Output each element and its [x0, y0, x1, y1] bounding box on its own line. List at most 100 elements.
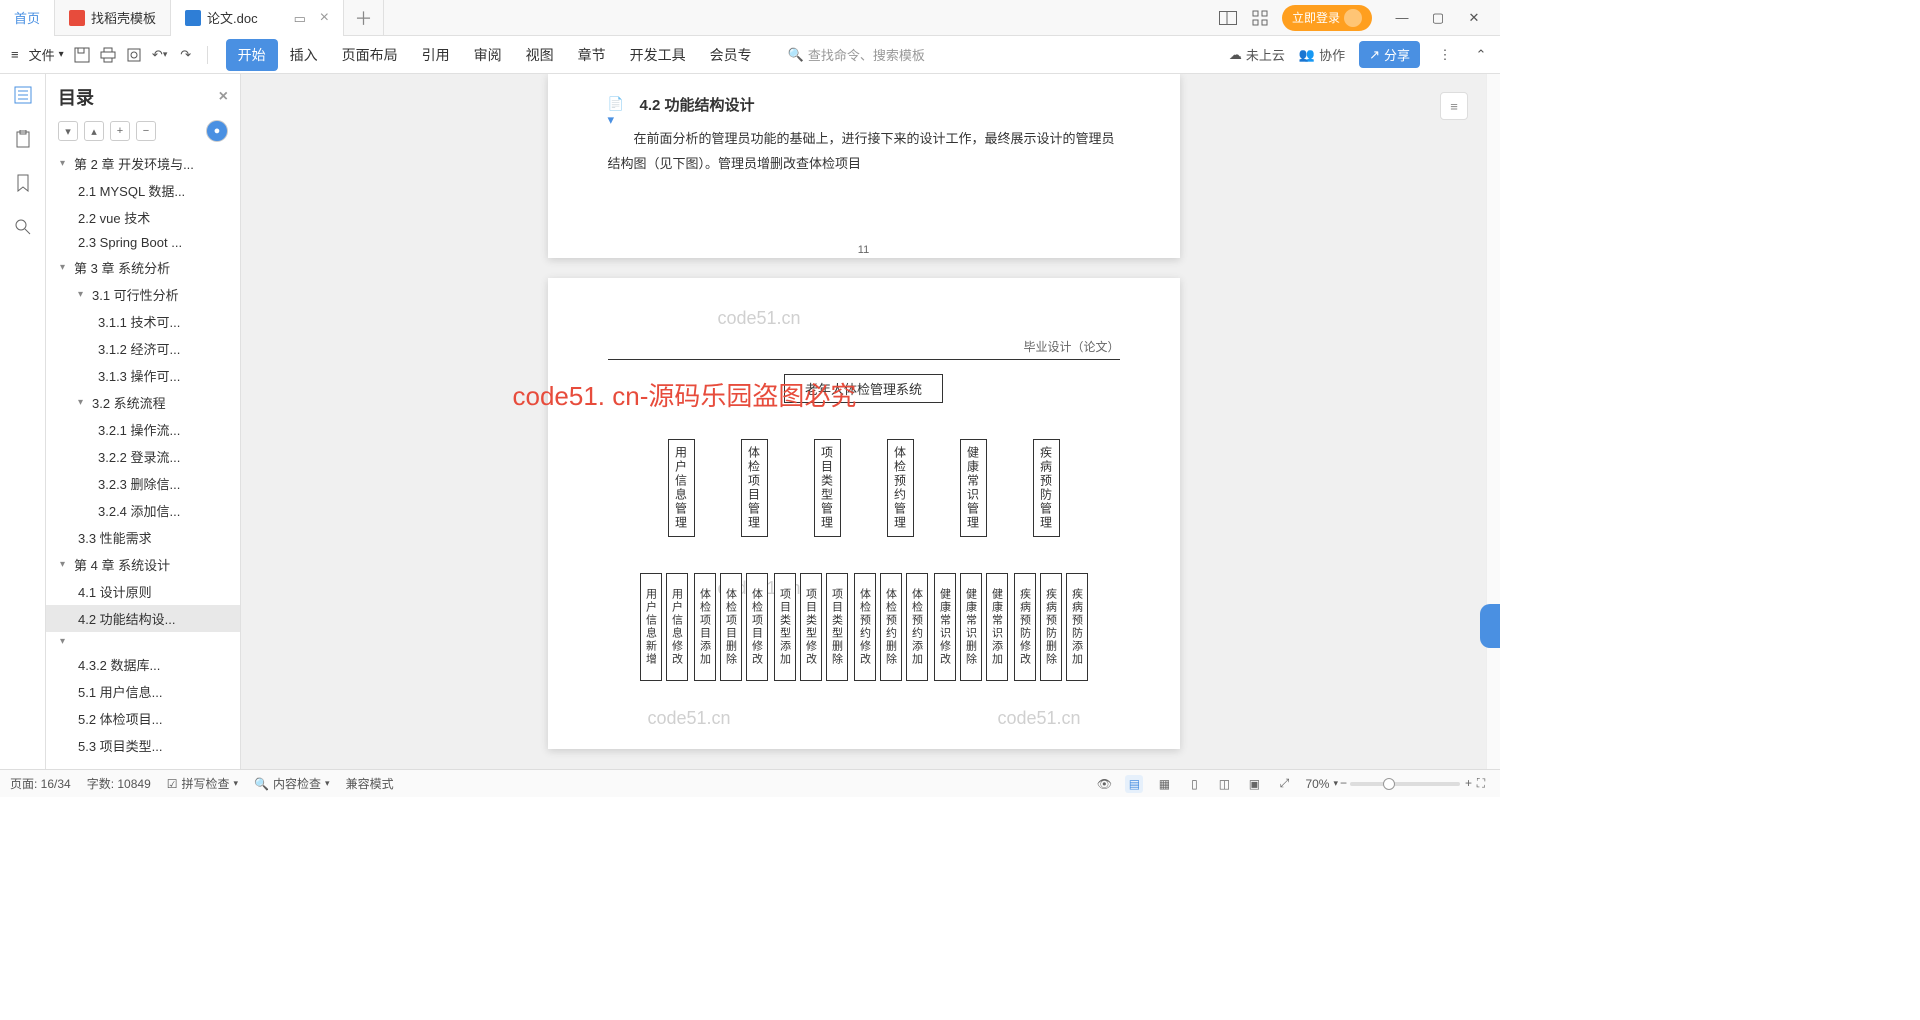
close-button[interactable]: ✕: [1456, 4, 1492, 32]
tab-pagelayout[interactable]: 页面布局: [330, 39, 410, 71]
save-icon[interactable]: [71, 44, 93, 66]
page-indicator[interactable]: 页面: 16/34: [10, 775, 71, 792]
compat-mode[interactable]: 兼容模式: [346, 775, 394, 792]
toc-item[interactable]: 3.1.3 操作可...: [46, 362, 240, 389]
toc-item[interactable]: ▾3.1 可行性分析: [46, 281, 240, 308]
print-preview-icon[interactable]: [123, 44, 145, 66]
toc-item[interactable]: 5.1 用户信息...: [46, 678, 240, 705]
login-button[interactable]: 立即登录: [1282, 5, 1372, 31]
tab-devtools[interactable]: 开发工具: [618, 39, 698, 71]
tab-start[interactable]: 开始: [226, 39, 278, 71]
toc-item[interactable]: 4.3.2 数据库...: [46, 651, 240, 678]
tab-chapter[interactable]: 章节: [566, 39, 618, 71]
zoom-slider[interactable]: − +: [1350, 782, 1460, 786]
paragraph-icon[interactable]: 📄▾: [608, 96, 626, 114]
toc-item[interactable]: ▾第 3 章 系统分析: [46, 254, 240, 281]
org-leaf: 体检预约删除: [880, 573, 902, 681]
outline-icon[interactable]: [12, 84, 34, 106]
toc-item[interactable]: 3.2.3 删除信...: [46, 470, 240, 497]
org-leaf: 用户信息新增: [640, 573, 662, 681]
view-page-icon[interactable]: ▤: [1125, 775, 1143, 793]
zoom-fit-icon[interactable]: ⤢: [1275, 775, 1293, 793]
toc-item[interactable]: 4.1 设计原则: [46, 578, 240, 605]
view-web-icon[interactable]: ◫: [1215, 775, 1233, 793]
toc-item[interactable]: 2.2 vue 技术: [46, 204, 240, 231]
toc-item[interactable]: 3.2.4 添加信...: [46, 497, 240, 524]
people-icon: 👥: [1299, 47, 1315, 63]
fullscreen-icon[interactable]: ⛶: [1472, 775, 1490, 793]
expand-all-icon[interactable]: ▴: [84, 121, 104, 141]
panel-toggle-icon[interactable]: ≡: [1440, 92, 1468, 120]
watermark: code51.cn: [648, 708, 731, 729]
clipboard-icon[interactable]: [12, 128, 34, 150]
view-focus-icon[interactable]: ▣: [1245, 775, 1263, 793]
cloud-status[interactable]: ☁未上云: [1229, 45, 1285, 64]
print-icon[interactable]: [97, 44, 119, 66]
remove-heading-icon[interactable]: −: [136, 121, 156, 141]
org-leaf: 项目类型添加: [774, 573, 796, 681]
tab-insert[interactable]: 插入: [278, 39, 330, 71]
close-icon[interactable]: ×: [320, 9, 329, 27]
file-menu[interactable]: 文件 ▾: [26, 45, 67, 64]
ai-assistant-icon[interactable]: ●: [206, 120, 228, 142]
toc-item[interactable]: ▾第 4 章 系统设计: [46, 551, 240, 578]
collapse-icon[interactable]: ⌃: [1470, 44, 1492, 66]
toc-item[interactable]: 5.3 项目类型...: [46, 732, 240, 759]
minimize-button[interactable]: —: [1384, 4, 1420, 32]
word-count[interactable]: 字数: 10849: [87, 775, 151, 792]
toc-item[interactable]: ▾: [46, 632, 240, 651]
cloud-icon: ☁: [1229, 47, 1242, 63]
command-search[interactable]: 🔍 查找命令、搜索模板: [788, 45, 925, 64]
org-leaf: 健康常识删除: [960, 573, 982, 681]
tab-doc[interactable]: 论文.doc ▭ ×: [171, 0, 344, 36]
view-outline-icon[interactable]: ▦: [1155, 775, 1173, 793]
add-heading-icon[interactable]: +: [110, 121, 130, 141]
more-icon[interactable]: ⋮: [1434, 44, 1456, 66]
bookmark-icon[interactable]: [12, 172, 34, 194]
layout-icon[interactable]: [1218, 8, 1238, 28]
toc-item[interactable]: 5.2 体检项目...: [46, 705, 240, 732]
spellcheck-toggle[interactable]: ☑拼写检查▾: [167, 775, 238, 792]
tab-view[interactable]: 视图: [514, 39, 566, 71]
tab-reference[interactable]: 引用: [410, 39, 462, 71]
toc-item[interactable]: ▾3.2 系统流程: [46, 389, 240, 416]
document-area[interactable]: ≡ code51.cn code51.cn code51.cn code51.c…: [241, 74, 1486, 769]
redo-icon[interactable]: ↷: [175, 44, 197, 66]
avatar-icon: [1344, 9, 1362, 27]
search-icon: 🔍: [788, 47, 804, 63]
side-handle[interactable]: [1480, 604, 1500, 648]
maximize-button[interactable]: ▢: [1420, 4, 1456, 32]
toc-item[interactable]: 3.1.1 技术可...: [46, 308, 240, 335]
toc-item[interactable]: 3.1.2 经济可...: [46, 335, 240, 362]
tab-template[interactable]: 找稻壳模板: [55, 0, 171, 36]
window-icon[interactable]: ▭: [294, 11, 308, 25]
toc-list[interactable]: ▾第 2 章 开发环境与...2.1 MYSQL 数据...2.2 vue 技术…: [46, 150, 240, 769]
tab-member[interactable]: 会员专: [698, 39, 764, 71]
org-leaf: 疾病预防修改: [1014, 573, 1036, 681]
tab-review[interactable]: 审阅: [462, 39, 514, 71]
content-check[interactable]: 🔍内容检查▾: [254, 775, 330, 792]
search-panel-icon[interactable]: [12, 216, 34, 238]
undo-icon[interactable]: ↶▾: [149, 44, 171, 66]
magnify-icon: 🔍: [254, 777, 269, 791]
apps-icon[interactable]: [1250, 8, 1270, 28]
toc-item[interactable]: 4.2 功能结构设...: [46, 605, 240, 632]
tab-home[interactable]: 首页: [0, 0, 55, 36]
collapse-all-icon[interactable]: ▾: [58, 121, 78, 141]
toc-item[interactable]: 3.3 性能需求: [46, 524, 240, 551]
tab-add[interactable]: ＋: [344, 0, 384, 36]
toc-item[interactable]: ▾第 2 章 开发环境与...: [46, 150, 240, 177]
hamburger-icon[interactable]: ≡: [8, 47, 22, 62]
eye-icon[interactable]: 👁: [1095, 775, 1113, 793]
close-panel-icon[interactable]: ×: [219, 88, 228, 106]
toc-item[interactable]: 3.2.2 登录流...: [46, 443, 240, 470]
share-button[interactable]: ↗分享: [1359, 41, 1420, 68]
org-leaf: 体检项目修改: [746, 573, 768, 681]
collab-button[interactable]: 👥协作: [1299, 45, 1345, 64]
toc-item[interactable]: 2.3 Spring Boot ...: [46, 231, 240, 254]
toc-item[interactable]: 3.2.1 操作流...: [46, 416, 240, 443]
view-read-icon[interactable]: ▯: [1185, 775, 1203, 793]
zoom-level[interactable]: 70%▾: [1305, 777, 1338, 791]
toc-item[interactable]: 2.1 MYSQL 数据...: [46, 177, 240, 204]
org-leaf: 体检项目删除: [720, 573, 742, 681]
